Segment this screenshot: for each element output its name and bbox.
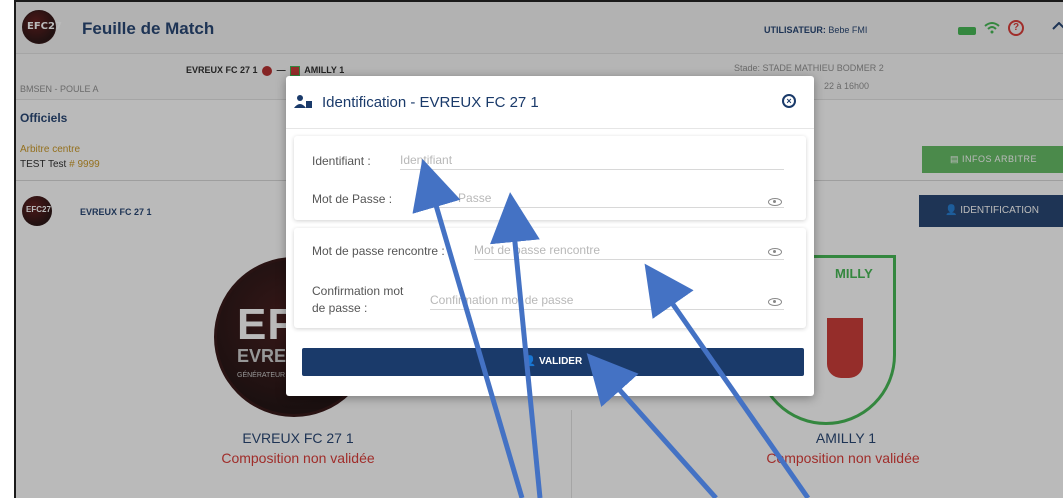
close-icon[interactable]: × (782, 94, 796, 108)
mot-de-passe-label: Mot de Passe : (312, 192, 393, 206)
show-match-password-icon[interactable] (768, 248, 782, 256)
identifiant-input[interactable] (400, 150, 784, 170)
users-icon (294, 95, 312, 108)
confirmation-label-line2: de passe : (312, 301, 368, 315)
modal-header: Identification - EVREUX FC 27 1 × (286, 76, 814, 129)
app-window: EFC27 Feuille de Match UTILISATEUR: Bebe… (14, 0, 1063, 498)
mot-de-passe-rencontre-label: Mot de passe rencontre : (312, 244, 445, 258)
valider-label: VALIDER (539, 356, 583, 367)
confirmation-label-line1: Confirmation mot (312, 284, 404, 298)
identification-modal: Identification - EVREUX FC 27 1 × Identi… (286, 76, 814, 396)
modal-title: Identification - EVREUX FC 27 1 (322, 94, 539, 111)
identifiant-label: Identifiant : (312, 154, 371, 168)
match-password-card: Mot de passe rencontre : Confirmation mo… (294, 228, 806, 328)
mot-de-passe-rencontre-input[interactable] (474, 240, 784, 260)
mot-de-passe-input[interactable] (418, 188, 784, 208)
show-confirmation-icon[interactable] (768, 298, 782, 306)
valider-button[interactable]: 👤 VALIDER (302, 348, 804, 376)
confirmation-label: Confirmation mot de passe : (312, 284, 403, 315)
credentials-card: Identifiant : Mot de Passe : (294, 136, 806, 220)
show-password-icon[interactable] (768, 198, 782, 206)
confirmation-input[interactable] (430, 290, 784, 310)
